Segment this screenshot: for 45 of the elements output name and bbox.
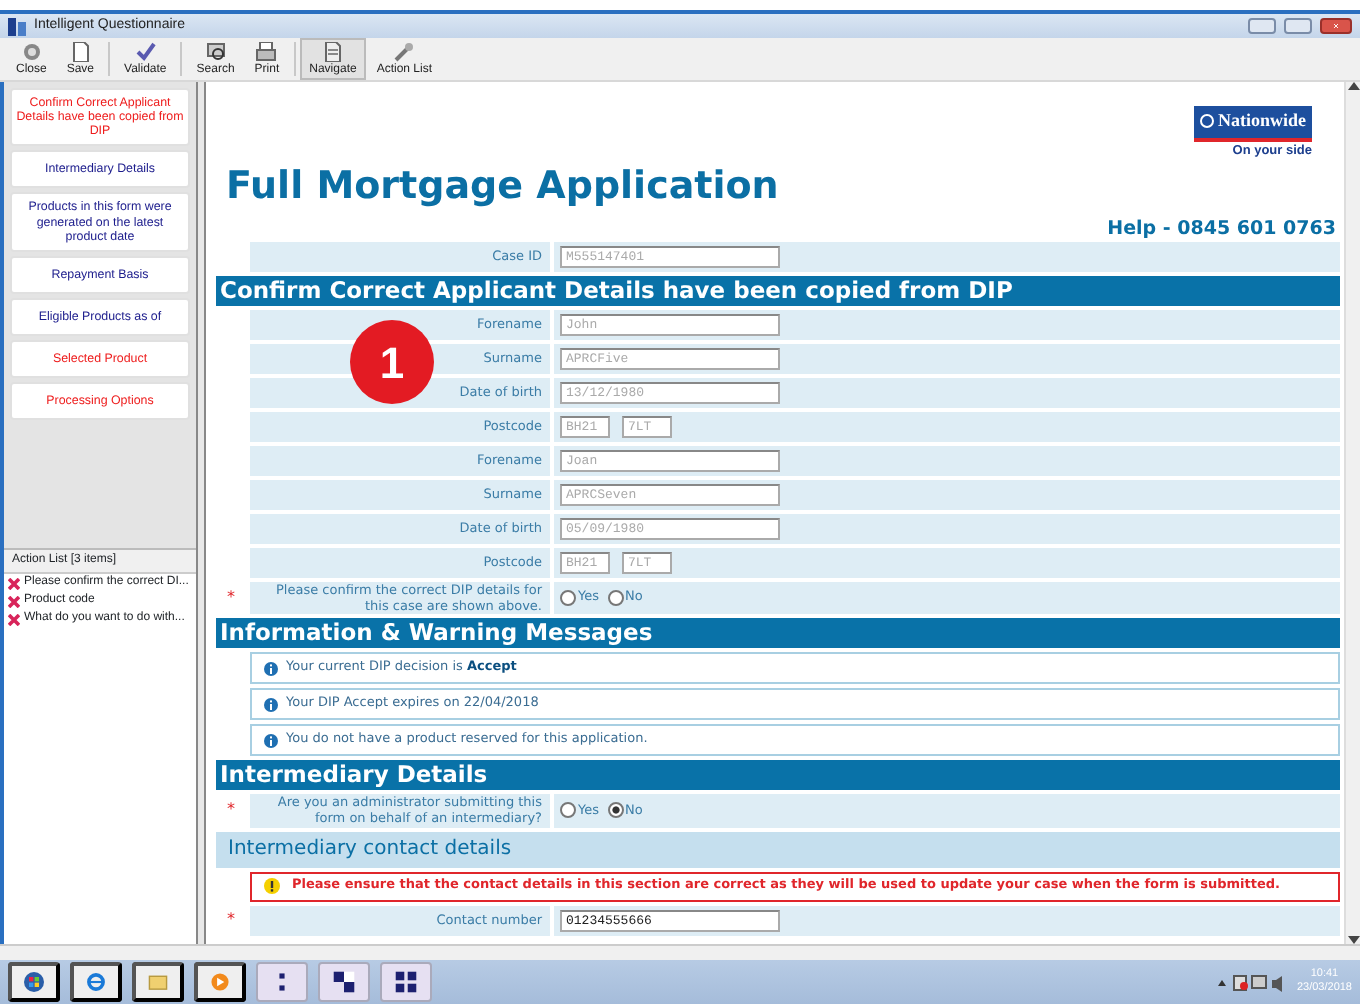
page-icon (322, 42, 343, 62)
taskbar-button[interactable] (380, 962, 432, 1002)
browser-icon (86, 968, 106, 996)
radio-button[interactable] (560, 590, 576, 607)
taskbar-button[interactable] (318, 962, 370, 1002)
logo-icon (1199, 114, 1214, 129)
info-icon (264, 661, 278, 676)
windows-logo-icon (24, 966, 44, 998)
wrench-icon (394, 42, 415, 62)
required-mark: * (227, 908, 235, 932)
info-icon (264, 697, 278, 712)
error-icon (8, 577, 20, 589)
section-heading: Confirm Correct Applicant Details have been copied from DIP (216, 276, 1340, 306)
error-icon (8, 613, 20, 625)
error-icon (8, 595, 20, 607)
checker-icon (332, 968, 356, 996)
radio-button[interactable] (607, 802, 623, 819)
scrollbar[interactable] (1344, 82, 1360, 944)
restore-button[interactable] (1284, 18, 1312, 34)
required-mark: * (227, 798, 235, 823)
check-icon (135, 42, 156, 62)
app-icon (8, 17, 26, 35)
section-heading: Information & Warning Messages (216, 618, 1340, 649)
app-icon (394, 968, 418, 996)
taskbar-button[interactable] (132, 962, 184, 1002)
logo-badge: Nationwide (1193, 106, 1312, 141)
printer-icon (256, 42, 277, 62)
document-icon (70, 42, 91, 62)
subsection-heading: Intermediary contact details (216, 831, 1340, 867)
help-phone: Help - 0845 601 0763 (1107, 216, 1336, 244)
splitter[interactable] (196, 82, 206, 944)
play-icon (210, 968, 230, 996)
taskbar-button[interactable] (194, 962, 246, 1002)
taskbar-button[interactable] (70, 962, 122, 1002)
start-button[interactable] (8, 962, 60, 1002)
minimize-button[interactable] (1248, 18, 1276, 34)
tray-icons-drawing (1218, 973, 1287, 991)
close-button[interactable] (1320, 18, 1352, 34)
radio-button[interactable] (607, 590, 623, 607)
page-title: Full Mortgage Application (226, 162, 779, 212)
section-heading: Intermediary Details (216, 760, 1340, 791)
required-mark: * (227, 586, 235, 611)
warning-icon (264, 878, 280, 894)
info-icon (264, 733, 278, 748)
radio-button[interactable] (560, 802, 576, 819)
